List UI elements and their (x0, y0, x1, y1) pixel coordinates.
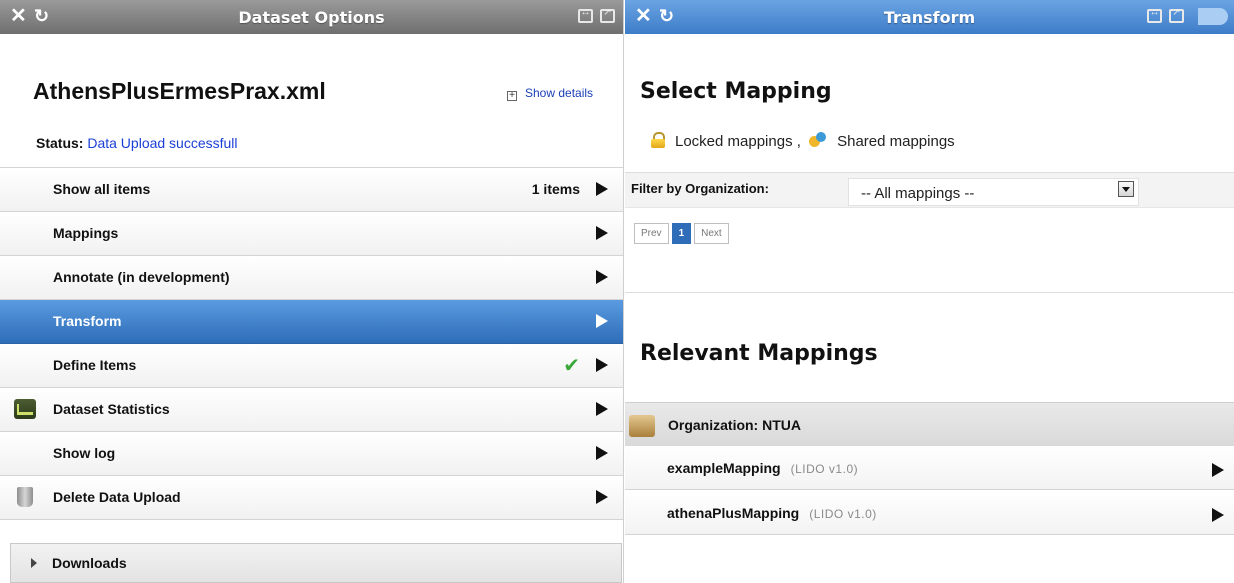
dataset-name: AthensPlusErmesPrax.xml (33, 78, 326, 104)
plus-icon: + (507, 91, 517, 101)
organization-label: Organization: NTUA (668, 417, 801, 433)
chevron-right-icon (596, 490, 608, 504)
mapping-name-text: athenaPlusMapping (667, 505, 800, 521)
page-1-button[interactable]: 1 (671, 223, 692, 244)
chevron-right-icon (596, 402, 608, 416)
chevron-right-icon (596, 226, 608, 240)
item-count: 1 items (531, 181, 580, 197)
dataset-menu: Show all items 1 items Mappings Annotate… (0, 167, 623, 520)
chevron-right-icon (596, 270, 608, 284)
menu-item-label: Define Items (53, 357, 137, 373)
menu-item-label: Show log (53, 445, 116, 461)
show-details-link[interactable]: + Show details (507, 86, 593, 101)
pagination: Prev 1 Next (634, 223, 732, 244)
downloads-label: Downloads (52, 555, 127, 571)
share-icon (809, 131, 827, 149)
menu-item-transform[interactable]: Transform (0, 300, 623, 344)
expand-triangle-icon (31, 558, 37, 568)
chevron-down-icon[interactable] (1118, 181, 1134, 197)
menu-item-label: Mappings (53, 225, 119, 241)
mapping-name-text: exampleMapping (667, 460, 781, 476)
statistics-icon (14, 399, 36, 419)
transform-panel: ✕ ↻ Transform ↔ ↗ Select Mapping Locked … (625, 0, 1234, 583)
popout-icon[interactable]: ↗ (600, 7, 615, 23)
menu-item-label: Transform (53, 313, 122, 329)
organization-icon (629, 415, 655, 437)
menu-item-show-all-items[interactable]: Show all items 1 items (0, 168, 623, 212)
mapping-legend: Locked mappings , Shared mappings (651, 131, 955, 150)
right-titlebar: ✕ ↻ Transform ↔ ↗ (625, 0, 1234, 34)
downloads-section[interactable]: Downloads (10, 543, 622, 583)
show-details-label: Show details (525, 86, 594, 100)
expand-icon[interactable]: ↔ (578, 7, 593, 23)
mapping-name: exampleMapping (LIDO v1.0) (667, 460, 858, 476)
menu-item-mappings[interactable]: Mappings (0, 212, 623, 256)
relevant-mappings-heading: Relevant Mappings (640, 341, 878, 366)
shared-mappings-label: Shared mappings (837, 133, 955, 150)
mapping-name: athenaPlusMapping (LIDO v1.0) (667, 505, 877, 521)
chevron-right-icon (596, 314, 608, 328)
menu-item-label: Delete Data Upload (53, 489, 181, 505)
organization-filter: Filter by Organization: -- All mappings … (625, 172, 1234, 208)
mapping-version: (LIDO v1.0) (809, 507, 877, 521)
panel-title: Transform (883, 8, 976, 27)
lock-icon (651, 132, 665, 148)
chevron-right-icon (1212, 508, 1224, 522)
popout-icon[interactable]: ↗ (1169, 7, 1184, 23)
panel-title: Dataset Options (238, 8, 385, 27)
trash-icon (17, 487, 33, 507)
next-page-button[interactable]: Next (694, 223, 729, 244)
chevron-right-icon (596, 358, 608, 372)
organization-select[interactable]: -- All mappings -- (848, 178, 1139, 206)
select-mapping-heading: Select Mapping (640, 79, 832, 104)
mapping-version: (LIDO v1.0) (790, 462, 859, 476)
locked-mappings-label: Locked mappings , (675, 133, 801, 150)
dataset-options-panel: ✕ ↻ Dataset Options ↔ ↗ AthensPlusErmesP… (0, 0, 624, 583)
chevron-right-icon (596, 446, 608, 460)
organization-group-header: Organization: NTUA (625, 402, 1234, 446)
panel-tab-pill[interactable] (1198, 8, 1228, 25)
status-line: Status: Data Upload successfull (36, 135, 238, 151)
status-label: Status: (36, 135, 84, 151)
organization-select-value: -- All mappings -- (861, 185, 975, 202)
left-titlebar: ✕ ↻ Dataset Options ↔ ↗ (0, 0, 623, 34)
chevron-right-icon (596, 182, 608, 196)
menu-item-delete-data-upload[interactable]: Delete Data Upload (0, 476, 623, 520)
menu-item-show-log[interactable]: Show log (0, 432, 623, 476)
menu-item-label: Show all items (53, 181, 151, 197)
menu-item-define-items[interactable]: Define Items ✔ (0, 344, 623, 388)
menu-item-dataset-statistics[interactable]: Dataset Statistics (0, 388, 623, 432)
status-value: Data Upload successfull (87, 135, 238, 151)
mapping-row-example[interactable]: exampleMapping (LIDO v1.0) (625, 446, 1234, 490)
check-icon: ✔ (563, 355, 580, 377)
mapping-row-athenaplus[interactable]: athenaPlusMapping (LIDO v1.0) (625, 491, 1234, 535)
filter-label: Filter by Organization: (631, 181, 769, 196)
menu-item-label: Annotate (in development) (53, 269, 230, 285)
menu-item-annotate[interactable]: Annotate (in development) (0, 256, 623, 300)
prev-page-button[interactable]: Prev (634, 223, 669, 244)
chevron-right-icon (1212, 463, 1224, 477)
expand-icon[interactable]: ↔ (1147, 7, 1162, 23)
divider (625, 292, 1234, 293)
menu-item-label: Dataset Statistics (53, 401, 170, 417)
